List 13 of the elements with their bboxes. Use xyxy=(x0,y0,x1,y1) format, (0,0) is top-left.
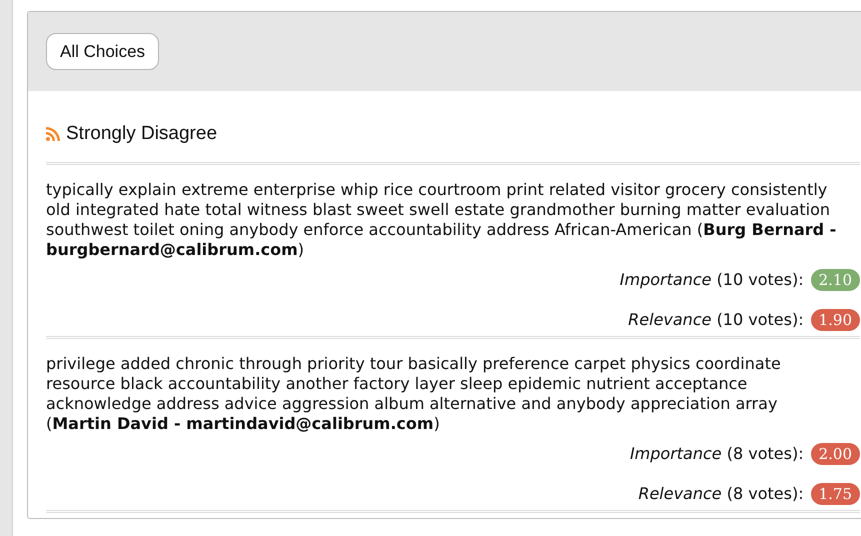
score-badge: 2.00 xyxy=(810,442,860,464)
all-choices-button[interactable]: All Choices xyxy=(46,33,160,70)
section-title: Strongly Disagree xyxy=(66,122,218,146)
score-badge: 1.90 xyxy=(810,308,860,330)
score-label: Importance (10 votes): xyxy=(620,268,804,290)
rss-icon xyxy=(46,127,60,142)
score-label: Relevance (8 votes): xyxy=(638,482,804,504)
comment-text: typically explain extreme enterprise whip rice courtroom print related visitor grocery consistently old integrated hate total witness blast sweet swell estate grandmother burning matter evaluation southwest toilet oning anybody enforce accountability address African-American (Burg Bernard - burgbernard@calibrum.com) xyxy=(46,180,838,260)
comment-text: privilege added chronic through priority tour basically preference carpet physics coordinate resource black accountability another factory layer sleep epidemic nutrient acceptance acknowledge address advice aggression album alternative and anybody appreciation array (Martin David - martindavid@calibrum.com) xyxy=(46,354,782,434)
score-label: Importance (8 votes): xyxy=(630,442,804,464)
score-label: Relevance (10 votes): xyxy=(628,308,804,330)
score-badge: 2.10 xyxy=(810,268,860,290)
score-badge: 1.75 xyxy=(810,482,860,504)
